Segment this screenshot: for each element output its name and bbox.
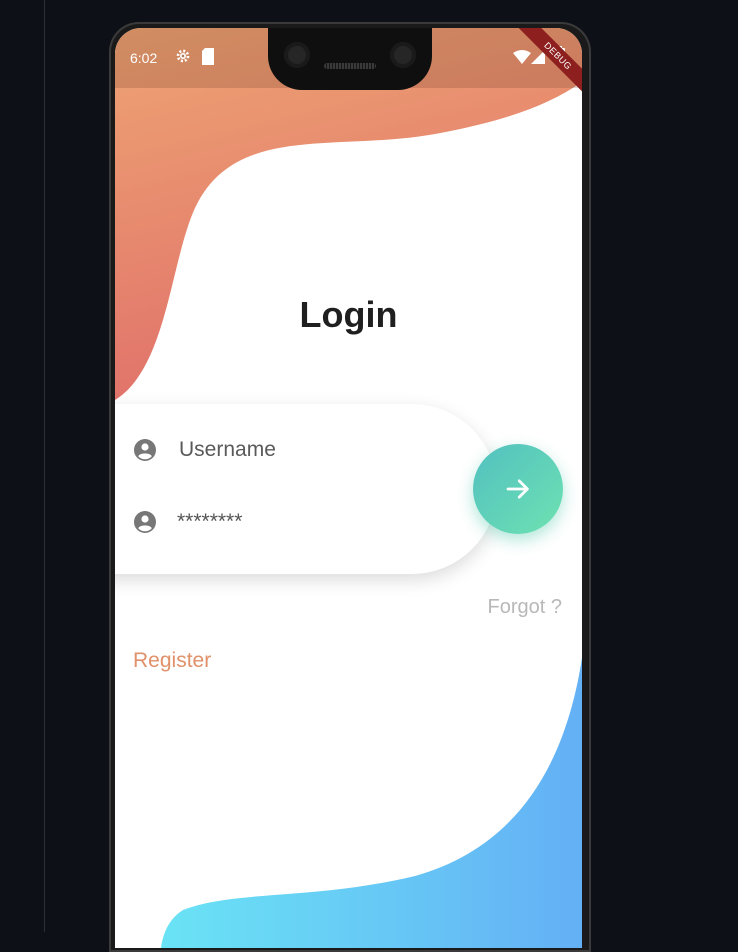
front-camera-left: [284, 42, 310, 68]
login-title: Login: [299, 294, 398, 335]
front-camera-right: [390, 42, 416, 68]
camera-notch: [268, 28, 432, 90]
wifi-icon: [513, 50, 531, 64]
account-circle-icon: [134, 511, 156, 533]
register-link[interactable]: Register: [133, 649, 211, 673]
password-input[interactable]: ********: [177, 510, 417, 534]
sd-card-icon: [202, 48, 214, 65]
earpiece-speaker: [324, 63, 376, 69]
app-screen: 6:02 DEBUG Login Username ******** Forgo…: [115, 28, 582, 948]
account-circle-icon: [134, 439, 156, 461]
login-form-card: ********: [115, 404, 497, 574]
forgot-password-link[interactable]: Forgot ?: [488, 596, 562, 619]
status-bar: 6:02: [115, 28, 582, 90]
phone-frame: 6:02 DEBUG Login Username ******** Forgo…: [109, 22, 591, 952]
gear-icon: [176, 49, 190, 63]
bottom-wave: [161, 658, 582, 948]
status-time: 6:02: [130, 50, 158, 66]
username-input[interactable]: [177, 437, 421, 463]
submit-button[interactable]: [473, 444, 563, 534]
username-row: [133, 430, 421, 470]
arrow-right-icon: [506, 479, 529, 499]
password-row: ********: [133, 502, 417, 542]
page-divider: [44, 0, 45, 932]
